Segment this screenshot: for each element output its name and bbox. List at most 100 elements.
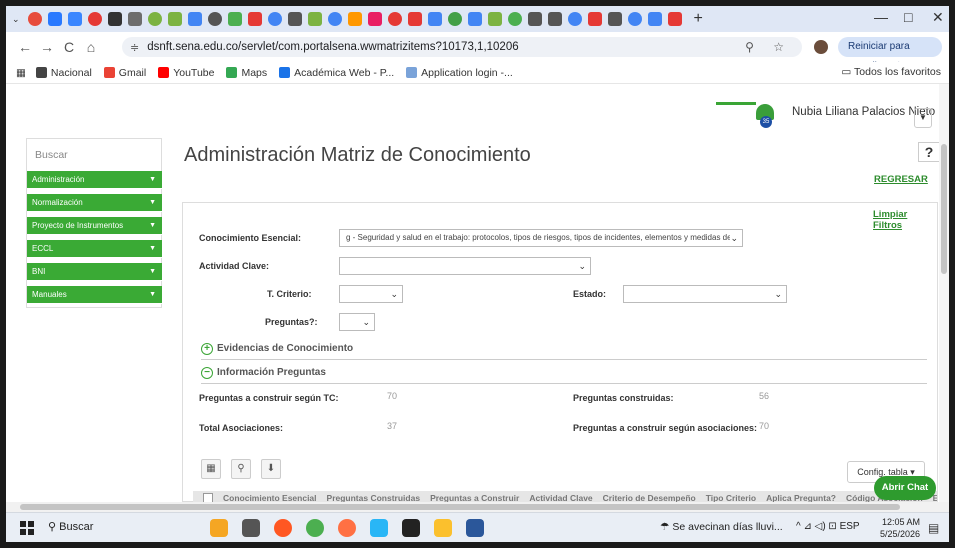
column-header[interactable]: Tipo Criterio [706, 493, 756, 502]
browser-tab-icon[interactable] [507, 12, 522, 26]
bookmark-item[interactable]: YouTube [158, 67, 214, 79]
minimize-button[interactable]: — [874, 9, 888, 25]
browser-tab-icon[interactable] [487, 12, 502, 26]
column-header[interactable]: Conocimiento Esencial [223, 493, 317, 502]
taskbar-app-icon[interactable] [306, 519, 324, 537]
sidebar-menu-item[interactable]: Administración ▼ [27, 171, 162, 189]
taskbar-app-icon[interactable] [210, 519, 228, 537]
browser-tab-icon[interactable] [627, 12, 642, 26]
taskbar-search[interactable]: ⚲ Buscar [48, 520, 93, 533]
criterio-select[interactable]: ⌄ [339, 285, 403, 303]
browser-tab-icon[interactable] [87, 12, 102, 26]
actividad-select[interactable]: ⌄ [339, 257, 591, 275]
home-button[interactable]: ⌂ [80, 39, 102, 55]
browser-tab-icon[interactable] [247, 12, 262, 26]
browser-tab-icon[interactable] [387, 12, 402, 26]
forward-button[interactable]: → [36, 39, 58, 55]
browser-tab-icon[interactable] [67, 12, 82, 26]
open-chat-button[interactable]: Abrir Chat [874, 476, 936, 500]
browser-tab-icon[interactable] [307, 12, 322, 26]
browser-tab-icon[interactable] [167, 12, 182, 26]
browser-tab-icon[interactable] [207, 12, 222, 26]
back-button[interactable]: ← [14, 39, 36, 55]
notifications-icon[interactable]: ▤ [928, 521, 939, 535]
preguntas-select[interactable]: ⌄ [339, 313, 375, 331]
browser-tab-icon[interactable] [327, 12, 342, 26]
bookmark-item[interactable]: Nacional [35, 67, 92, 79]
browser-tab-icon[interactable] [567, 12, 582, 26]
maximize-button[interactable]: □ [904, 9, 912, 25]
bookmark-item[interactable]: Académica Web - P... [279, 67, 394, 79]
sidebar-menu-item[interactable]: Normalización ▼ [27, 194, 162, 212]
browser-tab-icon[interactable] [47, 12, 62, 26]
browser-tab-icon[interactable] [127, 12, 142, 26]
bookmark-item[interactable]: Maps [226, 67, 267, 79]
browser-tab-icon[interactable] [287, 12, 302, 26]
all-bookmarks-button[interactable]: ▭ Todos los favoritos [841, 66, 941, 78]
browser-tab-icon[interactable] [527, 12, 542, 26]
taskbar-app-icon[interactable] [338, 519, 356, 537]
notification-bell-icon[interactable]: 35 [754, 102, 776, 128]
column-header[interactable]: Criterio de Desempeño [603, 493, 696, 502]
select-all-checkbox[interactable] [203, 493, 213, 502]
info-section-toggle[interactable]: − Información Preguntas [201, 367, 326, 379]
browser-tab-icon[interactable] [407, 12, 422, 26]
browser-tab-icon[interactable] [667, 12, 682, 26]
weather-widget[interactable]: ☂ Se avecinan días lluvi... [660, 521, 783, 533]
browser-tab-icon[interactable] [347, 12, 362, 26]
bookmark-item[interactable]: Application login -... [406, 67, 513, 79]
evidencias-section-toggle[interactable]: + Evidencias de Conocimiento [201, 343, 353, 355]
help-button[interactable]: ? [918, 142, 940, 162]
browser-tab-icon[interactable] [547, 12, 562, 26]
column-header[interactable]: Actividad Clave [529, 493, 592, 502]
browser-tab-icon[interactable] [267, 12, 282, 26]
sidebar-search[interactable]: Buscar [35, 149, 68, 161]
excel-icon[interactable]: ▦ [201, 459, 221, 479]
tab-list-icon[interactable]: ⌄ [12, 14, 20, 25]
taskbar-app-icon[interactable] [370, 519, 388, 537]
reload-button[interactable]: C [58, 39, 80, 55]
browser-tab-icon[interactable] [187, 12, 202, 26]
apps-icon[interactable]: ▦ [16, 67, 26, 79]
browser-tab-icon[interactable] [227, 12, 242, 26]
browser-tab-icon[interactable] [367, 12, 382, 26]
url-field[interactable]: ≑ dsnft.sena.edu.co/servlet/com.portalse… [122, 37, 802, 57]
system-tray[interactable]: ^ ⊿ ◁) ⊡ ESP [796, 521, 860, 532]
taskbar-app-icon[interactable] [402, 519, 420, 537]
windows-start-icon[interactable] [20, 521, 34, 535]
export-icon[interactable]: ⬇ [261, 459, 281, 479]
regresar-link[interactable]: REGRESAR [874, 174, 928, 185]
conocimiento-select[interactable]: g - Seguridad y salud en el trabajo: pro… [339, 229, 743, 247]
browser-tab-icon[interactable] [447, 12, 462, 26]
taskbar-app-icon[interactable] [242, 519, 260, 537]
profile-avatar[interactable] [814, 40, 828, 54]
estado-select[interactable]: ⌄ [623, 285, 787, 303]
new-tab-button[interactable]: + [694, 10, 703, 28]
user-menu-button[interactable]: ▼ [914, 108, 932, 128]
sidebar-menu-item[interactable]: ECCL ▼ [27, 240, 162, 258]
browser-tab-icon[interactable] [647, 12, 662, 26]
clock[interactable]: 12:05 AM 5/25/2026 [880, 516, 920, 540]
sidebar-menu-item[interactable]: Proyecto de Instrumentos ▼ [27, 217, 162, 235]
clear-filters-link[interactable]: Limpiar Filtros [873, 209, 937, 231]
search-icon[interactable]: ⚲ [231, 459, 251, 479]
restart-to-update-button[interactable]: Reiniciar para actualizar ⋮ [838, 37, 942, 72]
column-header[interactable]: Preguntas Construidas [327, 493, 421, 502]
site-info-icon[interactable]: ≑ [130, 41, 139, 54]
sidebar-menu-item[interactable]: BNI ▼ [27, 263, 162, 281]
browser-tab-icon[interactable] [147, 12, 162, 26]
url-actions-icons[interactable]: ⚲ ☆ [745, 40, 792, 54]
browser-tab-icon[interactable] [587, 12, 602, 26]
horizontal-scrollbar[interactable] [6, 502, 949, 512]
browser-tab-icon[interactable] [27, 12, 42, 26]
taskbar-app-icon[interactable] [466, 519, 484, 537]
bookmark-item[interactable]: Gmail [103, 67, 146, 79]
browser-tab-icon[interactable] [467, 12, 482, 26]
browser-tab-icon[interactable] [607, 12, 622, 26]
taskbar-app-icon[interactable] [434, 519, 452, 537]
browser-tab-icon[interactable] [107, 12, 122, 26]
vertical-scrollbar[interactable] [939, 84, 949, 502]
browser-tab-icon[interactable] [427, 12, 442, 26]
column-header[interactable]: Preguntas a Construir [430, 493, 519, 502]
taskbar-app-icon[interactable] [274, 519, 292, 537]
